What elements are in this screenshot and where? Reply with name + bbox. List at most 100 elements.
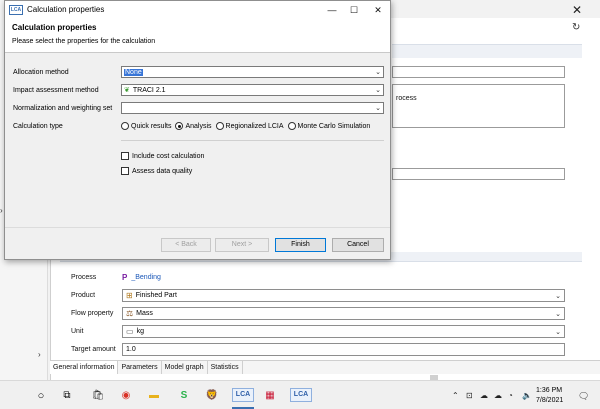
panel-scroll-icon[interactable]: › bbox=[38, 350, 41, 359]
tab-general-information[interactable]: General information bbox=[50, 361, 119, 374]
normalization-combo[interactable]: ⌄ bbox=[121, 102, 384, 114]
volume-icon[interactable]: 🔈 bbox=[522, 391, 532, 400]
cloud-sync-icon[interactable]: ☁ bbox=[494, 391, 502, 400]
target-amount-value: 1.0 bbox=[126, 345, 136, 353]
description-field[interactable]: rocess bbox=[392, 84, 565, 128]
dialog-title: Calculation properties bbox=[27, 5, 105, 14]
process-icon: P bbox=[122, 272, 128, 282]
chrome-icon[interactable]: ◉ bbox=[118, 389, 134, 403]
editor-tabs: General information Parameters Model gra… bbox=[50, 360, 600, 374]
tab-model-graph[interactable]: Model graph bbox=[162, 361, 208, 374]
tab-parameters[interactable]: Parameters bbox=[118, 361, 162, 374]
unit-combo[interactable]: ▭ kg ⌄ bbox=[122, 324, 565, 338]
allocation-combo[interactable]: None ⌄ bbox=[121, 66, 384, 78]
clock-date[interactable]: 7/8/2021 bbox=[536, 397, 563, 404]
search-circle-icon[interactable]: ○ bbox=[34, 389, 48, 403]
clock-time[interactable]: 1:36 PM bbox=[536, 387, 562, 394]
impact-method-value: TRACI 2.1 bbox=[132, 86, 166, 94]
target-amount-field[interactable]: 1.0 bbox=[122, 342, 565, 356]
product-row: Product ⊞ Finished Part ⌄ bbox=[60, 288, 580, 302]
folder-icon[interactable]: ▬ bbox=[146, 389, 162, 403]
product-value: Finished Part bbox=[135, 291, 177, 299]
minimize-icon[interactable]: — bbox=[323, 3, 341, 17]
lca-taskbar-icon-1[interactable]: LCA bbox=[232, 388, 254, 402]
task-view-icon[interactable]: ⧉ bbox=[60, 389, 74, 403]
include-cost-checkbox[interactable]: Include cost calculation bbox=[121, 152, 204, 160]
dialog-titlebar[interactable]: LCA Calculation properties — ☐ ✕ bbox=[5, 1, 390, 19]
impact-method-combo[interactable]: ❦ TRACI 2.1 ⌄ bbox=[121, 84, 384, 96]
target-amount-row: Target amount 1.0 bbox=[60, 342, 580, 356]
radio-analysis[interactable]: Analysis bbox=[175, 122, 212, 130]
maximize-icon[interactable]: ☐ bbox=[345, 3, 363, 17]
unit-icon: ▭ bbox=[126, 326, 134, 336]
process-link[interactable]: P _Bending bbox=[122, 273, 161, 282]
unit-row: Unit ▭ kg ⌄ bbox=[60, 324, 580, 338]
chevron-down-icon[interactable]: ⌄ bbox=[555, 310, 561, 318]
chevron-down-icon[interactable]: ⌄ bbox=[555, 328, 561, 336]
calculation-properties-dialog: LCA Calculation properties — ☐ ✕ Calcula… bbox=[4, 0, 391, 260]
product-flow-icon: ⊞ bbox=[126, 290, 133, 300]
refresh-icon[interactable]: ↻ bbox=[572, 22, 580, 33]
name-field[interactable] bbox=[392, 66, 565, 78]
radio-regionalized-lcia[interactable]: Regionalized LCIA bbox=[215, 122, 284, 130]
allocation-label: Allocation method bbox=[13, 69, 69, 76]
checkbox-label: Include cost calculation bbox=[132, 152, 205, 160]
finish-button[interactable]: Finish bbox=[275, 238, 326, 252]
tab-statistics[interactable]: Statistics bbox=[208, 361, 243, 374]
cloud-icon[interactable]: ☁ bbox=[480, 391, 488, 400]
chevron-down-icon[interactable]: ⌄ bbox=[375, 68, 381, 76]
unit-value: kg bbox=[136, 327, 144, 335]
store-icon[interactable]: 🛍 bbox=[90, 389, 106, 403]
divider bbox=[121, 140, 384, 141]
cancel-button[interactable]: Cancel bbox=[332, 238, 384, 252]
calculation-type-group: Quick results Analysis Regionalized LCIA… bbox=[121, 122, 370, 130]
radio-circle[interactable] bbox=[287, 122, 296, 130]
maze-app-icon[interactable]: ▦ bbox=[262, 389, 278, 403]
radio-monte-carlo[interactable]: Monte Carlo Simulation bbox=[287, 122, 371, 130]
notification-icon[interactable]: 🗨 bbox=[578, 391, 589, 402]
lca-taskbar-icon-2[interactable]: LCA bbox=[290, 388, 312, 402]
assess-quality-checkbox[interactable]: Assess data quality bbox=[121, 167, 192, 175]
product-label: Product bbox=[71, 291, 96, 299]
dialog-footer: < Back Next > Finish Cancel bbox=[5, 227, 390, 259]
impact-method-label: Impact assessment method bbox=[13, 87, 99, 94]
flow-property-combo[interactable]: ⚖ Mass ⌄ bbox=[122, 306, 565, 320]
flow-property-value: Mass bbox=[136, 309, 153, 317]
dialog-subtitle: Please select the properties for the cal… bbox=[12, 38, 156, 45]
close-icon[interactable]: ✕ bbox=[369, 3, 387, 17]
radio-quick-results[interactable]: Quick results bbox=[121, 122, 171, 130]
checkbox-box[interactable] bbox=[121, 167, 129, 175]
radio-circle[interactable] bbox=[121, 122, 129, 130]
radio-circle-checked[interactable] bbox=[175, 122, 184, 130]
quantitative-reference: Process P _Bending Product ⊞ Finished Pa… bbox=[60, 262, 580, 362]
unit-label: Unit bbox=[71, 327, 84, 335]
sync-app-icon[interactable]: S bbox=[176, 389, 192, 403]
panel-fold-arrow[interactable]: › bbox=[0, 206, 3, 215]
checkbox-label: Assess data quality bbox=[132, 167, 193, 175]
taskbar: ○ ⧉ 🛍 ◉ ▬ S 🦁 LCA ▦ LCA ⌃ ⊡ ☁ ☁ ◔ 🔈 1:36… bbox=[0, 380, 600, 409]
flow-property-label: Flow property bbox=[71, 309, 114, 317]
app-close-icon[interactable]: ✕ bbox=[571, 4, 583, 16]
brave-icon[interactable]: 🦁 bbox=[204, 389, 220, 403]
product-combo[interactable]: ⊞ Finished Part ⌄ bbox=[122, 288, 565, 302]
next-button[interactable]: Next > bbox=[215, 238, 269, 252]
back-button[interactable]: < Back bbox=[161, 238, 211, 252]
radio-circle[interactable] bbox=[215, 122, 224, 130]
process-link-text[interactable]: _Bending bbox=[131, 274, 161, 281]
radio-label: Quick results bbox=[131, 122, 172, 130]
allocation-value: None bbox=[124, 68, 143, 76]
wifi-icon[interactable]: ◔ bbox=[508, 391, 513, 400]
dialog-header: Calculation properties Please select the… bbox=[5, 19, 390, 53]
process-label: Process bbox=[71, 273, 97, 281]
network-icon[interactable]: ⊡ bbox=[466, 391, 473, 400]
description-text: rocess bbox=[396, 95, 417, 102]
chevron-up-icon[interactable]: ⌃ bbox=[452, 391, 459, 400]
chevron-down-icon[interactable]: ⌄ bbox=[555, 292, 561, 300]
section-header-bar bbox=[392, 44, 582, 58]
chevron-down-icon[interactable]: ⌄ bbox=[375, 86, 381, 94]
chevron-down-icon[interactable]: ⌄ bbox=[375, 104, 381, 112]
checkbox-box[interactable] bbox=[121, 152, 129, 160]
dialog-heading: Calculation properties bbox=[12, 23, 97, 32]
version-field[interactable] bbox=[392, 168, 565, 180]
radio-label: Monte Carlo Simulation bbox=[297, 122, 371, 130]
